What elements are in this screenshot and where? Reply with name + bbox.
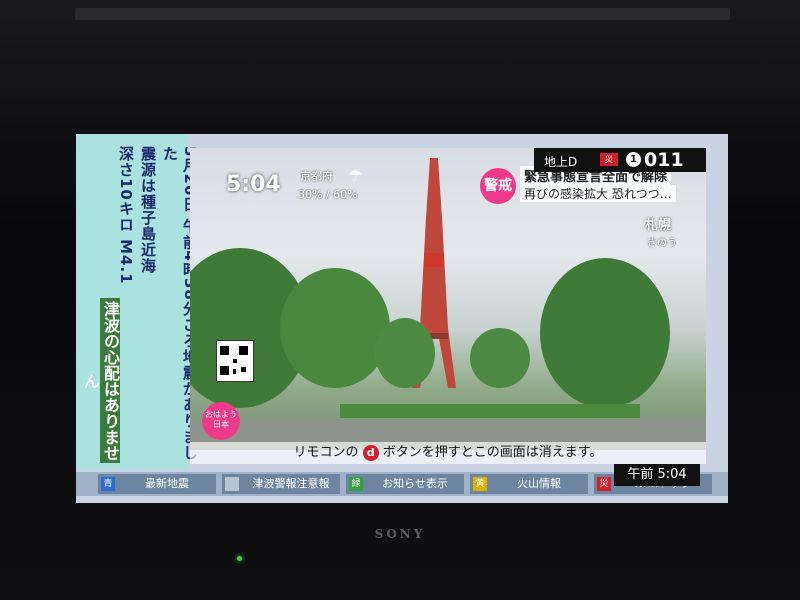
tv-screen: 5月26日 午前4時38分ごろ地震がありました 震源は種子島近海 深さ10キロ … [76, 134, 728, 503]
latest-earthquake-button[interactable]: 青 最新地震 [98, 474, 216, 494]
location-label: 札幌 [645, 218, 672, 233]
location-sublabel: きのう [647, 238, 677, 249]
tree-far-right [470, 328, 530, 388]
remote-instruction: リモコンの d ボタンを押すとこの画面は消えます。 [190, 442, 706, 464]
green-key-icon: 緑 [349, 477, 363, 491]
show-notice-button[interactable]: 緑 お知らせ表示 [346, 474, 464, 494]
d-button-icon: d [362, 444, 379, 461]
quake-line-3: 深さ10キロ M4.1 [117, 146, 135, 285]
yellow-key-icon: 黄 [473, 477, 487, 491]
tree-right [540, 258, 670, 408]
remote-instruction-post: ボタンを押すとこの画面は消えます。 [382, 445, 603, 460]
white-key-icon [225, 477, 239, 491]
ohayo-nippon-logo: おはよう日本 [202, 402, 240, 440]
weather-precip: 30% / 60% [298, 188, 358, 201]
button-label: お知らせ表示 [382, 477, 448, 490]
earthquake-info-panel: 5月26日 午前4時38分ごろ地震がありました 震源は種子島近海 深さ10キロ … [76, 134, 199, 469]
tree-center [375, 318, 435, 388]
weather-city: 京都府 [300, 170, 333, 183]
news-subheadline: 再びの感染拡大 恐れつつ… [520, 185, 676, 202]
tree-mid [280, 268, 390, 388]
power-led [237, 556, 242, 561]
tsunami-notice: 津波の心配はありません [81, 298, 120, 463]
blue-key-icon: 青 [101, 477, 115, 491]
channel-type: 地上D [544, 155, 578, 169]
current-time: 午前 5:04 [614, 464, 700, 486]
news-badge: 警戒 [480, 168, 516, 204]
button-label: 津波警報注意報 [252, 477, 330, 490]
red-key-icon: 災 [597, 477, 611, 491]
sony-logo: SONY [374, 527, 426, 541]
qr-code-icon [216, 340, 254, 382]
broadcast-video: 5:04 京都府 30% / 60% ☂ 警戒 緊急事態宣言全面で解除 再びの感… [190, 148, 706, 450]
tsunami-warning-button[interactable]: 津波警報注意報 [222, 474, 340, 494]
button-label: 最新地震 [145, 477, 189, 490]
broadcast-clock: 5:04 [226, 172, 281, 197]
channel-number: 011 [644, 149, 684, 171]
volcano-info-button[interactable]: 黄 火山情報 [470, 474, 588, 494]
cloud-umbrella-icon: ☂ [348, 166, 363, 185]
disaster-icon: 災 [600, 153, 618, 166]
remote-instruction-pre: リモコンの [293, 445, 359, 460]
quake-line-2: 震源は種子島近海 [139, 146, 157, 274]
channel-circle-icon: 1 [626, 152, 641, 167]
button-label: 火山情報 [517, 477, 561, 490]
lawn [340, 404, 640, 418]
channel-banner: 地上D 災 1 011 [534, 148, 706, 172]
bezel-strip [75, 8, 730, 20]
